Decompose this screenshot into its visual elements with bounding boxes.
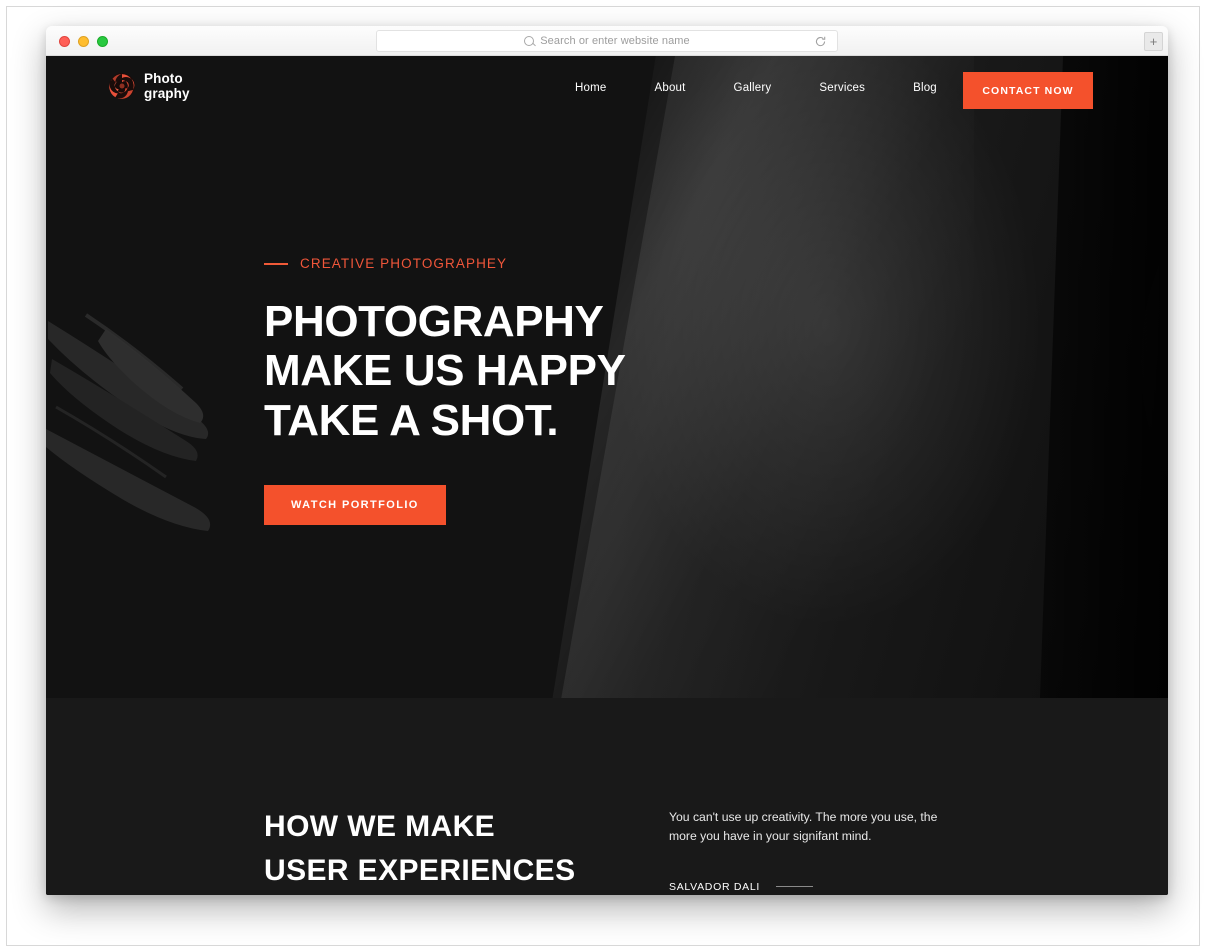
logo-line-2: graphy <box>144 86 190 102</box>
quote-author-row: SALVADOR DALI <box>669 881 944 893</box>
search-icon <box>524 36 535 46</box>
hero-title-line-2: MAKE US HAPPY <box>264 346 626 396</box>
hero-title: PHOTOGRAPHY MAKE US HAPPY TAKE A SHOT. <box>264 297 664 445</box>
address-bar-content: Search or enter website name <box>524 35 690 47</box>
address-input-placeholder: Search or enter website name <box>540 35 690 47</box>
window-controls <box>59 36 108 47</box>
site-navbar: Photo graphy Home About Gallery Services… <box>46 56 1168 126</box>
lower-title-line-1: HOW WE MAKE <box>264 810 496 843</box>
logo-line-1: Photo <box>144 71 183 86</box>
page-frame: Search or enter website name + CREATIVE … <box>6 6 1200 946</box>
quote-block: You can't use up creativity. The more yo… <box>669 808 944 895</box>
author-divider-line <box>776 886 813 888</box>
lower-section: HOW WE MAKE USER EXPERIENCES You can't u… <box>46 698 1168 895</box>
logo-wordmark: Photo graphy <box>144 71 190 101</box>
watch-portfolio-button[interactable]: WATCH PORTFOLIO <box>264 484 446 525</box>
new-tab-label: + <box>1149 34 1158 49</box>
brush-stroke-decoration <box>46 313 211 531</box>
address-bar[interactable]: Search or enter website name <box>376 30 838 52</box>
aperture-spiral-icon <box>109 73 135 100</box>
website-viewport: CREATIVE PHOTOGRAPHEY PHOTOGRAPHY MAKE U… <box>46 56 1168 895</box>
close-window-button[interactable] <box>59 36 70 47</box>
nav-item-gallery[interactable]: Gallery <box>710 82 796 94</box>
contact-now-button[interactable]: CONTACT NOW <box>963 72 1093 109</box>
nav-item-services[interactable]: Services <box>795 82 889 94</box>
nav-item-home[interactable]: Home <box>551 82 630 94</box>
hero-content: CREATIVE PHOTOGRAPHEY PHOTOGRAPHY MAKE U… <box>264 256 664 525</box>
hero-eyebrow-text: CREATIVE PHOTOGRAPHEY <box>300 256 508 271</box>
quote-text: You can't use up creativity. The more yo… <box>669 810 938 844</box>
minimize-window-button[interactable] <box>78 36 89 47</box>
maximize-window-button[interactable] <box>97 36 108 47</box>
new-tab-button[interactable]: + <box>1144 32 1163 51</box>
lower-title-line-2: USER EXPERIENCES <box>264 854 576 888</box>
reload-icon[interactable] <box>814 35 827 48</box>
quote-author-name: SALVADOR DALI <box>669 880 760 893</box>
browser-chrome: Search or enter website name + <box>46 26 1168 56</box>
nav-item-about[interactable]: About <box>630 82 709 94</box>
hero-title-line-3: TAKE A SHOT. <box>264 395 559 445</box>
browser-window: Search or enter website name + CREATIVE … <box>46 26 1168 895</box>
hero-section: CREATIVE PHOTOGRAPHEY PHOTOGRAPHY MAKE U… <box>46 56 1168 698</box>
lower-section-title: HOW WE MAKE USER EXPERIENCES <box>264 805 575 894</box>
nav-item-blog[interactable]: Blog <box>889 82 961 94</box>
site-logo[interactable]: Photo graphy <box>108 71 190 101</box>
hero-title-line-1: PHOTOGRAPHY <box>264 297 604 346</box>
hero-eyebrow: CREATIVE PHOTOGRAPHEY <box>264 256 664 271</box>
eyebrow-dash-icon <box>264 262 288 265</box>
